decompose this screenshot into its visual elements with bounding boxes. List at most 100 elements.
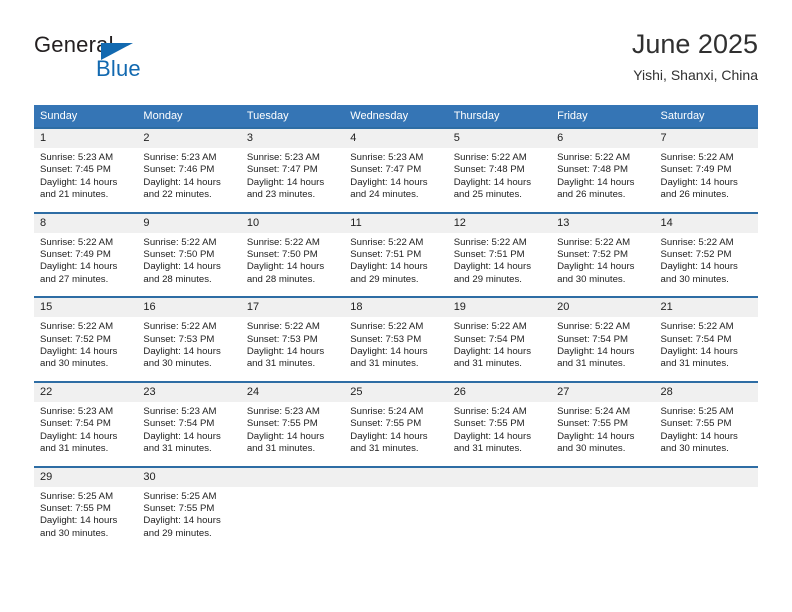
daylight-line2: and 23 minutes. bbox=[246, 189, 316, 201]
sunset-text: Sunset: 7:52 PM bbox=[660, 249, 732, 261]
location-subtitle: Yishi, Shanxi, China bbox=[633, 66, 758, 83]
sunrise-text: Sunrise: 5:23 AM bbox=[40, 152, 114, 163]
day-cell[interactable]: 19 Sunrise: 5:22 AM Sunset: 7:54 PM Dayl… bbox=[447, 296, 552, 382]
day-cell[interactable]: 11 Sunrise: 5:22 AM Sunset: 7:51 PM Dayl… bbox=[344, 211, 448, 298]
day-cell[interactable]: 10 Sunrise: 5:22 AM Sunset: 7:50 PM Dayl… bbox=[240, 211, 345, 298]
day-cell[interactable]: 13 Sunrise: 5:22 AM Sunset: 7:52 PM Dayl… bbox=[551, 211, 655, 298]
day-number: 12 bbox=[447, 213, 552, 233]
weekday-header-thursday: Thursday bbox=[447, 105, 552, 128]
sunset-text: Sunset: 7:50 PM bbox=[143, 249, 215, 261]
day-cell[interactable]: 23 Sunrise: 5:23 AM Sunset: 7:54 PM Dayl… bbox=[137, 380, 241, 467]
day-number: 26 bbox=[447, 382, 552, 402]
sunrise-text: Sunrise: 5:23 AM bbox=[246, 405, 320, 417]
day-details: Sunrise: 5:23 AM Sunset: 7:47 PM Dayligh… bbox=[344, 148, 447, 212]
daylight-line2: and 25 minutes. bbox=[453, 189, 522, 201]
sunrise-text: Sunrise: 5:22 AM bbox=[660, 152, 734, 163]
day-cell[interactable]: 15 Sunrise: 5:22 AM Sunset: 7:52 PM Dayl… bbox=[34, 296, 138, 382]
day-cell[interactable]: 1 Sunrise: 5:23 AM Sunset: 7:45 PM Dayli… bbox=[34, 127, 138, 213]
day-cell[interactable]: 9 Sunrise: 5:22 AM Sunset: 7:50 PM Dayli… bbox=[137, 211, 241, 298]
daylight-line1: Daylight: 14 hours bbox=[143, 261, 221, 273]
day-details: Sunrise: 5:22 AM Sunset: 7:53 PM Dayligh… bbox=[241, 317, 344, 381]
daylight-line2: and 31 minutes. bbox=[557, 358, 626, 370]
day-cell[interactable]: 7 Sunrise: 5:22 AM Sunset: 7:49 PM Dayli… bbox=[654, 127, 758, 213]
day-number: 22 bbox=[34, 382, 138, 402]
weekday-header-monday: Monday bbox=[137, 105, 241, 128]
day-details: Sunrise: 5:25 AM Sunset: 7:55 PM Dayligh… bbox=[34, 487, 137, 551]
day-cell[interactable]: 5 Sunrise: 5:22 AM Sunset: 7:48 PM Dayli… bbox=[447, 127, 552, 213]
day-details: Sunrise: 5:23 AM Sunset: 7:54 PM Dayligh… bbox=[137, 402, 240, 466]
daylight-line2: and 31 minutes. bbox=[453, 358, 522, 370]
day-cell[interactable]: 8 Sunrise: 5:22 AM Sunset: 7:49 PM Dayli… bbox=[34, 211, 138, 298]
day-cell[interactable]: 16 Sunrise: 5:22 AM Sunset: 7:53 PM Dayl… bbox=[137, 296, 241, 382]
day-cell[interactable]: 28 Sunrise: 5:25 AM Sunset: 7:55 PM Dayl… bbox=[654, 380, 758, 467]
day-details: Sunrise: 5:22 AM Sunset: 7:49 PM Dayligh… bbox=[655, 148, 758, 212]
daylight-line2: and 31 minutes. bbox=[350, 358, 419, 370]
weekday-header-friday: Friday bbox=[551, 105, 655, 128]
sunset-text: Sunset: 7:50 PM bbox=[246, 249, 318, 261]
brand-logo[interactable]: General Blue bbox=[34, 32, 234, 88]
day-number: 24 bbox=[240, 382, 345, 402]
day-number bbox=[551, 467, 655, 487]
daylight-line2: and 26 minutes. bbox=[660, 189, 729, 201]
daylight-line2: and 31 minutes. bbox=[453, 443, 522, 455]
day-details: Sunrise: 5:22 AM Sunset: 7:52 PM Dayligh… bbox=[655, 233, 758, 297]
daylight-line2: and 30 minutes. bbox=[557, 273, 626, 285]
day-cell[interactable]: 27 Sunrise: 5:24 AM Sunset: 7:55 PM Dayl… bbox=[551, 380, 655, 467]
daylight-line1: Daylight: 14 hours bbox=[40, 176, 118, 188]
day-details: Sunrise: 5:22 AM Sunset: 7:48 PM Dayligh… bbox=[448, 148, 551, 212]
title-block: June 2025 Yishi, Shanxi, China bbox=[631, 29, 758, 83]
day-details: Sunrise: 5:22 AM Sunset: 7:54 PM Dayligh… bbox=[448, 317, 551, 381]
daylight-line2: and 24 minutes. bbox=[350, 189, 419, 201]
day-cell[interactable]: 26 Sunrise: 5:24 AM Sunset: 7:55 PM Dayl… bbox=[447, 380, 552, 467]
day-cell-empty bbox=[654, 465, 758, 551]
day-details bbox=[655, 487, 758, 545]
sunrise-text: Sunrise: 5:25 AM bbox=[40, 490, 114, 502]
day-cell[interactable]: 14 Sunrise: 5:22 AM Sunset: 7:52 PM Dayl… bbox=[654, 211, 758, 298]
day-details: Sunrise: 5:22 AM Sunset: 7:54 PM Dayligh… bbox=[551, 317, 654, 381]
day-cell[interactable]: 18 Sunrise: 5:22 AM Sunset: 7:53 PM Dayl… bbox=[344, 296, 448, 382]
day-cell[interactable]: 2 Sunrise: 5:23 AM Sunset: 7:46 PM Dayli… bbox=[137, 127, 241, 213]
day-cell[interactable]: 29 Sunrise: 5:25 AM Sunset: 7:55 PM Dayl… bbox=[34, 465, 138, 551]
calendar-page: General Blue June 2025 Yishi, Shanxi, Ch… bbox=[0, 0, 792, 612]
calendar-week-row: 1 Sunrise: 5:23 AM Sunset: 7:45 PM Dayli… bbox=[34, 127, 758, 213]
day-number: 4 bbox=[344, 129, 448, 148]
day-cell[interactable]: 6 Sunrise: 5:22 AM Sunset: 7:48 PM Dayli… bbox=[551, 127, 655, 213]
sunrise-text: Sunrise: 5:22 AM bbox=[246, 321, 320, 333]
day-details: Sunrise: 5:22 AM Sunset: 7:52 PM Dayligh… bbox=[34, 317, 137, 381]
day-cell-empty bbox=[344, 465, 448, 551]
day-cell[interactable]: 25 Sunrise: 5:24 AM Sunset: 7:55 PM Dayl… bbox=[344, 380, 448, 467]
weekday-header-tuesday: Tuesday bbox=[240, 105, 345, 128]
daylight-line1: Daylight: 14 hours bbox=[246, 430, 325, 442]
day-details: Sunrise: 5:24 AM Sunset: 7:55 PM Dayligh… bbox=[551, 402, 654, 466]
sunset-text: Sunset: 7:55 PM bbox=[246, 418, 318, 430]
sunset-text: Sunset: 7:55 PM bbox=[557, 418, 629, 430]
day-cell[interactable]: 3 Sunrise: 5:23 AM Sunset: 7:47 PM Dayli… bbox=[240, 127, 345, 213]
day-number: 3 bbox=[240, 129, 345, 148]
day-cell[interactable]: 17 Sunrise: 5:22 AM Sunset: 7:53 PM Dayl… bbox=[240, 296, 345, 382]
day-cell[interactable]: 20 Sunrise: 5:22 AM Sunset: 7:54 PM Dayl… bbox=[551, 296, 655, 382]
sunset-text: Sunset: 7:54 PM bbox=[453, 333, 525, 345]
sunset-text: Sunset: 7:52 PM bbox=[40, 333, 111, 345]
day-cell[interactable]: 21 Sunrise: 5:22 AM Sunset: 7:54 PM Dayl… bbox=[654, 296, 758, 382]
daylight-line1: Daylight: 14 hours bbox=[246, 176, 325, 188]
day-details: Sunrise: 5:22 AM Sunset: 7:50 PM Dayligh… bbox=[137, 233, 240, 297]
day-cell[interactable]: 22 Sunrise: 5:23 AM Sunset: 7:54 PM Dayl… bbox=[34, 380, 138, 467]
daylight-line2: and 30 minutes. bbox=[143, 358, 212, 370]
daylight-line2: and 26 minutes. bbox=[557, 189, 626, 201]
sunset-text: Sunset: 7:46 PM bbox=[143, 164, 215, 176]
calendar-week-row: 29 Sunrise: 5:25 AM Sunset: 7:55 PM Dayl… bbox=[34, 465, 758, 551]
day-cell[interactable]: 4 Sunrise: 5:23 AM Sunset: 7:47 PM Dayli… bbox=[344, 127, 448, 213]
page-title: June 2025 bbox=[631, 29, 758, 59]
daylight-line1: Daylight: 14 hours bbox=[143, 515, 221, 527]
daylight-line1: Daylight: 14 hours bbox=[453, 430, 532, 442]
sunset-text: Sunset: 7:54 PM bbox=[660, 333, 732, 345]
day-details: Sunrise: 5:24 AM Sunset: 7:55 PM Dayligh… bbox=[448, 402, 551, 466]
sunset-text: Sunset: 7:55 PM bbox=[660, 418, 732, 430]
day-cell[interactable]: 24 Sunrise: 5:23 AM Sunset: 7:55 PM Dayl… bbox=[240, 380, 345, 467]
sunrise-text: Sunrise: 5:23 AM bbox=[143, 152, 217, 163]
daylight-line2: and 22 minutes. bbox=[143, 189, 212, 201]
day-cell[interactable]: 12 Sunrise: 5:22 AM Sunset: 7:51 PM Dayl… bbox=[447, 211, 552, 298]
day-cell[interactable]: 30 Sunrise: 5:25 AM Sunset: 7:55 PM Dayl… bbox=[137, 465, 241, 551]
daylight-line2: and 21 minutes. bbox=[40, 189, 109, 201]
daylight-line1: Daylight: 14 hours bbox=[350, 430, 428, 442]
